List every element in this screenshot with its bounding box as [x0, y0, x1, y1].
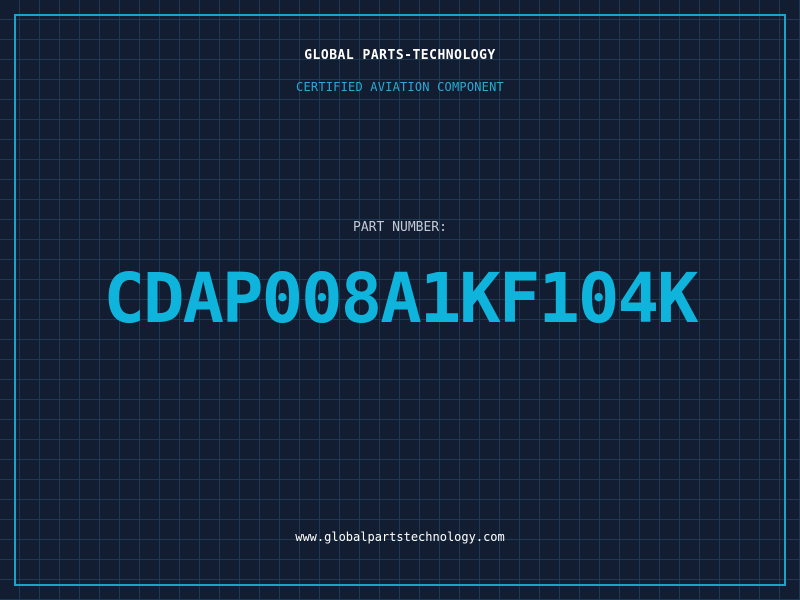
website-url: www.globalpartstechnology.com — [295, 530, 505, 544]
certification-tagline: CERTIFIED AVIATION COMPONENT — [296, 80, 504, 94]
company-name: GLOBAL PARTS-TECHNOLOGY — [304, 48, 496, 63]
certificate-panel: GLOBAL PARTS-TECHNOLOGY CERTIFIED AVIATI… — [0, 0, 800, 600]
part-number-label: PART NUMBER: — [353, 220, 447, 235]
part-number-value: CDAP008A1KF104K — [103, 259, 698, 339]
